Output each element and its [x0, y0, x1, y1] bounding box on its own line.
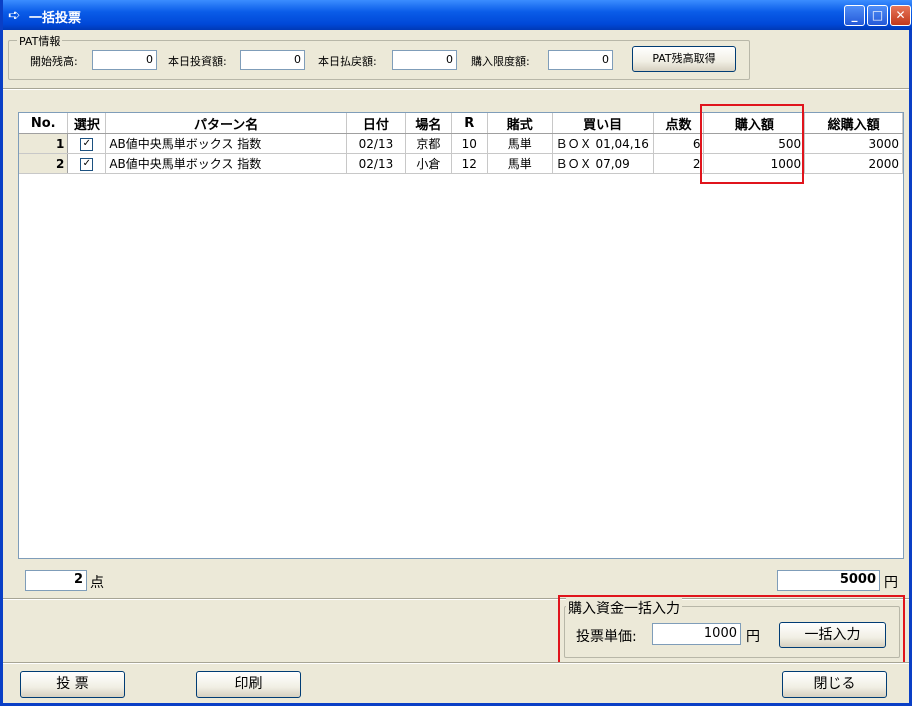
row-race: 12 — [451, 153, 488, 174]
table-header-row: No. 選択 パターン名 日付 場名 R 賭式 買い目 点数 購入額 総購入額 — [19, 113, 903, 134]
row-selection: ＢＯＸ 01,04,16 — [552, 133, 654, 154]
row-race: 10 — [451, 133, 488, 154]
total-field: 5000 — [777, 570, 880, 591]
title-bar[interactable]: ➪ 一括投票 _ □ ✕ — [3, 0, 912, 30]
today-bet-field[interactable]: 0 — [240, 50, 305, 70]
start-balance-field[interactable]: 0 — [92, 50, 157, 70]
minimize-button[interactable]: _ — [844, 5, 865, 26]
row-checkbox[interactable]: ✓ — [80, 137, 94, 151]
row-points: 6 — [653, 133, 705, 154]
col-header-pattern[interactable]: パターン名 — [105, 113, 347, 134]
row-no: 1 — [19, 133, 69, 154]
today-payout-label: 本日払戻額: — [318, 55, 377, 68]
divider-middle — [3, 598, 909, 600]
total-unit: 円 — [884, 575, 898, 591]
bulk-apply-button[interactable]: 一括入力 — [779, 622, 886, 648]
minimize-icon: _ — [851, 8, 858, 22]
bet-table: No. 選択 パターン名 日付 場名 R 賭式 買い目 点数 購入額 総購入額 … — [19, 113, 903, 174]
row-bet-type: 馬単 — [487, 133, 553, 154]
count-field: 2 — [25, 570, 87, 591]
bet-grid[interactable]: No. 選択 パターン名 日付 場名 R 賭式 買い目 点数 購入額 総購入額 … — [18, 112, 904, 559]
close-button[interactable]: 閉じる — [782, 671, 887, 698]
limit-field[interactable]: 0 — [548, 50, 613, 70]
divider-top — [3, 88, 909, 90]
close-window-button[interactable]: ✕ — [890, 5, 911, 26]
window-title: 一括投票 — [29, 11, 82, 26]
col-header-no[interactable]: No. — [19, 113, 69, 134]
col-header-date[interactable]: 日付 — [346, 113, 406, 134]
limit-label: 購入限度額: — [471, 55, 530, 68]
col-header-venue[interactable]: 場名 — [405, 113, 452, 134]
row-amount[interactable]: 1000 — [703, 153, 806, 174]
today-payout-field[interactable]: 0 — [392, 50, 457, 70]
print-button[interactable]: 印刷 — [196, 671, 301, 698]
row-select-cell[interactable]: ✓ — [67, 133, 107, 154]
col-header-race[interactable]: R — [451, 113, 488, 134]
table-row[interactable]: 2 ✓ AB値中央馬単ボックス 指数 02/13 小倉 12 馬単 ＢＯＸ 07… — [19, 153, 903, 174]
col-header-bet-type[interactable]: 賭式 — [487, 113, 553, 134]
arrow-app-icon: ➪ — [8, 6, 21, 24]
row-venue: 小倉 — [405, 153, 452, 174]
start-balance-label: 開始残高: — [30, 55, 78, 68]
unit-price-unit: 円 — [746, 629, 760, 645]
vote-button[interactable]: 投 票 — [20, 671, 125, 698]
row-total: 2000 — [804, 153, 903, 174]
bulk-input-group-title: 購入資金一括入力 — [566, 598, 682, 618]
row-no: 2 — [19, 153, 69, 174]
maximize-icon: □ — [871, 8, 884, 22]
pat-balance-fetch-button[interactable]: PAT残高取得 — [632, 46, 736, 72]
unit-price-label: 投票単価: — [576, 629, 637, 645]
row-total: 3000 — [804, 133, 903, 154]
row-checkbox[interactable]: ✓ — [80, 157, 94, 171]
maximize-button[interactable]: □ — [867, 5, 888, 26]
col-header-points[interactable]: 点数 — [653, 113, 705, 134]
row-amount[interactable]: 500 — [703, 133, 806, 154]
table-row[interactable]: 1 ✓ AB値中央馬単ボックス 指数 02/13 京都 10 馬単 ＢＯＸ 01… — [19, 133, 903, 154]
row-pattern: AB値中央馬単ボックス 指数 — [105, 153, 347, 174]
row-select-cell[interactable]: ✓ — [67, 153, 107, 174]
col-header-selection[interactable]: 買い目 — [552, 113, 654, 134]
unit-price-input[interactable]: 1000 — [652, 623, 741, 645]
divider-bottom — [3, 662, 909, 664]
col-header-total[interactable]: 総購入額 — [804, 113, 903, 134]
row-venue: 京都 — [405, 133, 452, 154]
row-date: 02/13 — [346, 133, 406, 154]
col-header-amount[interactable]: 購入額 — [703, 113, 806, 134]
pat-info-group-title: PAT情報 — [17, 33, 63, 49]
row-selection: ＢＯＸ 07,09 — [552, 153, 654, 174]
row-points: 2 — [653, 153, 705, 174]
col-header-select[interactable]: 選択 — [67, 113, 107, 134]
count-unit: 点 — [90, 575, 104, 591]
close-icon: ✕ — [895, 8, 906, 22]
today-bet-label: 本日投資額: — [168, 55, 227, 68]
row-bet-type: 馬単 — [487, 153, 553, 174]
row-pattern: AB値中央馬単ボックス 指数 — [105, 133, 347, 154]
row-date: 02/13 — [346, 153, 406, 174]
